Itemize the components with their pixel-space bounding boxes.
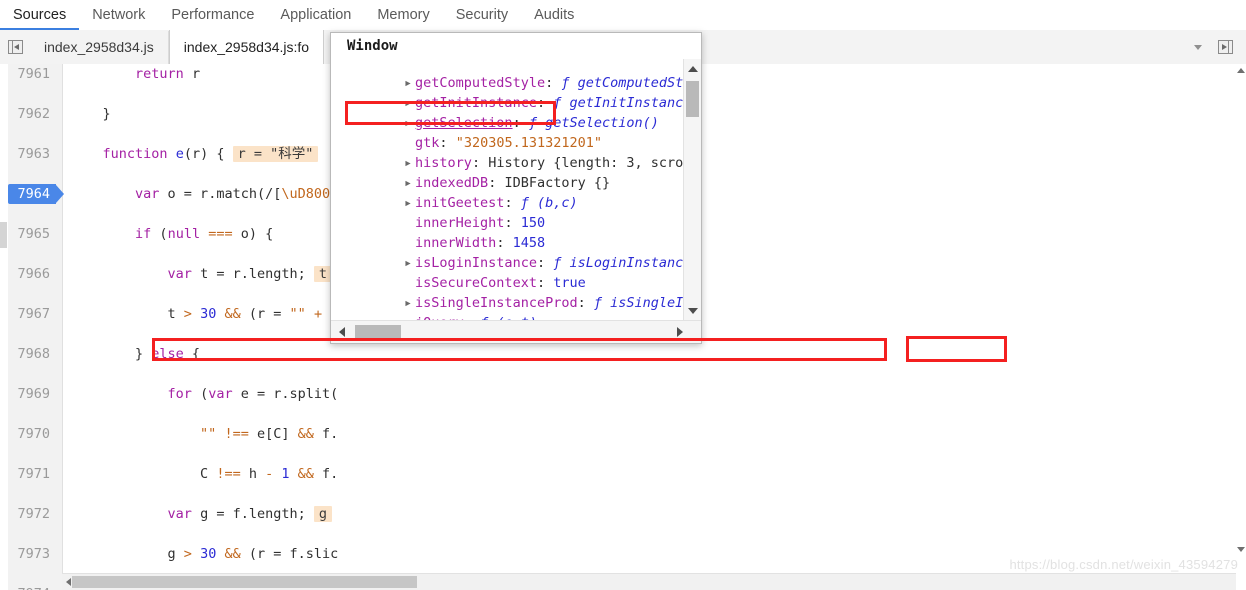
line-code: "" !== e[C] && f.: [200, 426, 339, 442]
line-number: 7970: [17, 426, 50, 442]
property-row[interactable]: ▸jQuery: ƒ (e,t): [331, 293, 701, 321]
property-row[interactable]: ▸ getSelection: ƒ getSelection(): [331, 93, 701, 131]
line-number: 7972: [17, 506, 50, 522]
tab-label: Performance: [171, 7, 255, 23]
tab-memory[interactable]: Memory: [364, 0, 442, 30]
code-line[interactable]: 7973 g > 30 && (r = f.slic: [0, 544, 1246, 564]
collapse-left-panel-icon: [7, 40, 23, 54]
property-row[interactable]: ▸ initGeetest: ƒ (b,c): [331, 173, 701, 211]
editor-vertical-scrollbar[interactable]: [1235, 64, 1246, 574]
line-code: if (null === o) {: [135, 226, 274, 242]
object-popover[interactable]: Window ▸ getComputedStyle: ƒ getComputedS…: [330, 32, 702, 344]
property-row-gtk[interactable]: ▸gtk: "320305.131321201": [331, 113, 701, 151]
tab-label: Memory: [377, 7, 430, 23]
line-number: 7965: [17, 226, 50, 242]
tab-performance[interactable]: Performance: [158, 0, 267, 30]
line-number: 7967: [17, 306, 50, 322]
property-row[interactable]: ▸isSecureContext: true: [331, 253, 701, 291]
file-tab-index-js-formatted[interactable]: index_2958d34.js:fo: [168, 30, 325, 64]
line-number: 7969: [17, 386, 50, 402]
line-number: 7961: [17, 66, 50, 82]
tab-label: Network: [92, 7, 146, 23]
tab-application[interactable]: Application: [267, 0, 364, 30]
line-number: 7963: [17, 146, 50, 162]
code-line[interactable]: 7972 var g = f.length; g: [0, 504, 1246, 524]
line-number: 7971: [17, 466, 50, 482]
line-code: g > 30 && (r = f.slic: [70, 546, 339, 562]
tab-label: Application: [280, 7, 352, 23]
devtools-window: Sources Network Performance Application …: [0, 0, 1246, 590]
property-row[interactable]: ▸isSingleInstanceProd: ƒ isSingleInstanc…: [331, 273, 701, 311]
expand-right-panel-button[interactable]: [1210, 30, 1240, 64]
tab-label: Sources: [13, 7, 67, 23]
code-line[interactable]: 7971 C !== h - 1 && f.: [0, 464, 1246, 484]
scrollbar-thumb[interactable]: [355, 325, 401, 339]
file-tab-label: index_2958d34.js: [44, 38, 154, 55]
collapse-left-panel-button[interactable]: [0, 30, 30, 64]
execution-pointer-icon: [56, 185, 64, 203]
scroll-down-arrow-icon[interactable]: [684, 303, 701, 319]
line-code: var o = r.match(/[\uD800: [135, 186, 331, 202]
line-number: 7962: [17, 106, 50, 122]
editor-horizontal-scrollbar[interactable]: [62, 573, 1236, 590]
file-tab-index-js[interactable]: index_2958d34.js: [30, 30, 169, 64]
popover-title: Window: [331, 33, 701, 59]
property-row[interactable]: ▸innerWidth: 1458: [331, 213, 701, 251]
property-row[interactable]: ▸innerHeight: 150: [331, 193, 701, 231]
tabstrip-right-controls: [1190, 30, 1246, 64]
line-code: t > 30 && (r = "" + r: [70, 306, 339, 322]
inline-value-hint: g: [313, 506, 332, 522]
property-row[interactable]: ▸getComputedStyle: ƒ getComputedStyle(): [331, 59, 701, 91]
popover-horizontal-scrollbar[interactable]: [331, 320, 701, 343]
scroll-left-arrow-icon[interactable]: [333, 321, 351, 343]
line-number: 7973: [17, 546, 50, 562]
code-line[interactable]: 7968 } else {: [0, 344, 1246, 364]
scroll-up-arrow-icon[interactable]: [684, 61, 701, 77]
tab-label: Audits: [534, 7, 575, 23]
line-code: function e(r) { r = "科学": [70, 144, 319, 164]
line-number: 7968: [17, 346, 50, 362]
popover-vertical-scrollbar[interactable]: [683, 59, 701, 321]
property-row[interactable]: ▸ indexedDB: IDBFactory {}: [331, 153, 701, 191]
line-code: var g = f.length; g: [70, 504, 332, 524]
line-number: 7974: [8, 584, 56, 590]
scrollbar-thumb[interactable]: [72, 576, 417, 588]
tab-audits[interactable]: Audits: [521, 0, 587, 30]
tab-sources[interactable]: Sources: [0, 0, 80, 31]
code-line[interactable]: 7969 for (var e = r.split(: [0, 384, 1246, 404]
scrollbar-thumb[interactable]: [686, 81, 699, 117]
popover-property-list[interactable]: ▸getComputedStyle: ƒ getComputedStyle() …: [331, 59, 701, 321]
line-code: for (var e = r.split(: [167, 386, 339, 402]
expand-right-panel-icon: [1217, 40, 1233, 54]
chevron-down-icon[interactable]: [1190, 32, 1206, 62]
line-number: 7964: [8, 184, 56, 204]
line-code: } else {: [70, 346, 201, 362]
devtools-tabbar: Sources Network Performance Application …: [0, 0, 1246, 31]
tab-network[interactable]: Network: [79, 0, 158, 30]
tab-security[interactable]: Security: [443, 0, 521, 30]
line-code: }: [70, 106, 111, 122]
line-code: return r: [135, 66, 201, 82]
line-code: C !== h - 1 && f.: [70, 466, 339, 482]
file-tab-label: index_2958d34.js:fo: [183, 39, 310, 55]
line-number: 7966: [17, 266, 50, 282]
scroll-up-arrow-icon[interactable]: [1236, 66, 1245, 75]
property-row[interactable]: ▸ getInitInstance: ƒ getInitInstance(): [331, 73, 701, 111]
scroll-down-arrow-icon[interactable]: [1236, 545, 1245, 554]
property-row[interactable]: ▸ isLoginInstance: ƒ isLoginInstance(s): [331, 233, 701, 271]
property-row[interactable]: ▸history: History {length: 3, scrollRest…: [331, 133, 701, 171]
tab-label: Security: [455, 7, 509, 23]
code-line[interactable]: 7970 "" !== e[C] && f.: [0, 424, 1246, 444]
scroll-right-arrow-icon[interactable]: [671, 321, 689, 343]
inline-value-hint: r = "科学": [232, 146, 319, 162]
